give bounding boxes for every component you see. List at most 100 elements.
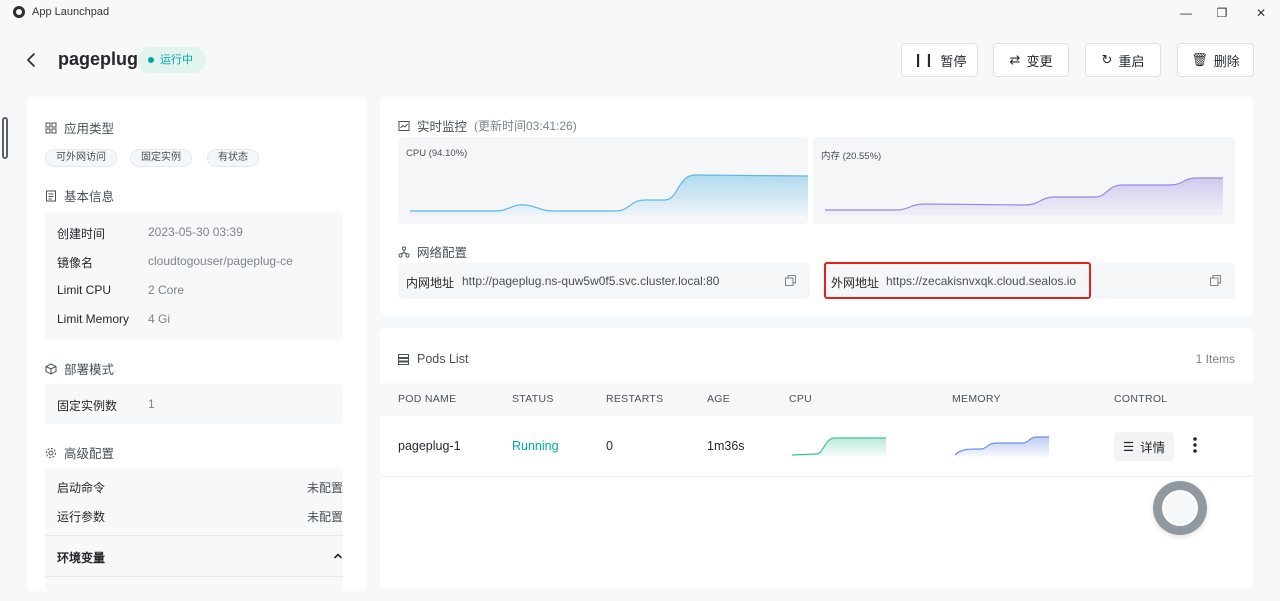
col-cpu: CPU <box>789 393 813 405</box>
limit-cpu-label: Limit CPU <box>57 283 112 297</box>
delete-label: 删除 <box>1213 53 1240 69</box>
menu-lines-icon: ☰ <box>1122 440 1135 454</box>
window-titlebar: App Launchpad — ❐ ✕ <box>0 0 1280 26</box>
info-row-replicas: 固定实例数 1 <box>57 397 335 414</box>
cpu-chart-label: CPU (94.10%) <box>406 148 468 159</box>
monitor-panel: 实时监控 (更新时间03:41:26) CPU (94.10%) 内存 (20.… <box>380 97 1253 315</box>
scrollbar-thumb[interactable] <box>2 117 8 159</box>
memory-sparkline <box>825 177 1223 215</box>
more-vertical-icon[interactable] <box>1192 436 1198 454</box>
list-icon <box>398 353 409 365</box>
pause-icon: ❙❙ <box>912 52 935 67</box>
advanced-title-text: 高级配置 <box>64 447 115 461</box>
grid-icon <box>45 122 57 133</box>
image-label: 镜像名 <box>57 256 94 270</box>
pod-detail-button[interactable]: ☰ 详情 <box>1114 432 1174 461</box>
run-args-value: 未配置 <box>306 510 343 524</box>
monitor-updated-time: (更新时间03:41:26) <box>474 119 577 133</box>
status-badge: 运行中 <box>138 47 206 73</box>
start-cmd-label: 启动命令 <box>57 481 106 495</box>
network-section-title: 网络配置 <box>398 242 467 261</box>
copy-icon[interactable] <box>1210 275 1221 286</box>
copy-icon[interactable] <box>785 275 796 286</box>
pod-age: 1m36s <box>707 439 745 453</box>
monitor-title-text: 实时监控 <box>417 120 468 134</box>
pod-status: Running <box>512 439 559 453</box>
restart-label: 重启 <box>1118 53 1145 69</box>
limit-memory-value: 4 Gi <box>148 312 171 326</box>
info-row-limit-cpu: Limit CPU 2 Core <box>57 283 335 297</box>
window-title: App Launchpad <box>32 6 110 18</box>
env-vars-label: 环境变量 <box>57 551 106 565</box>
swap-icon: ⇄ <box>1009 52 1021 67</box>
replicas-label: 固定实例数 <box>57 399 118 413</box>
close-window-button[interactable]: ✕ <box>1250 3 1272 23</box>
status-text: 运行中 <box>160 54 193 66</box>
env-vars-toggle[interactable]: 环境变量 <box>57 549 343 566</box>
pod-cpu-sparkline <box>792 437 886 457</box>
back-arrow-icon[interactable] <box>22 50 42 70</box>
info-row-limit-memory: Limit Memory 4 Gi <box>57 312 335 326</box>
pods-title-text: Pods List <box>417 352 469 366</box>
deploy-mode-box: 固定实例数 1 <box>45 384 343 424</box>
floating-assistant-button[interactable] <box>1153 481 1207 535</box>
info-row-image: 镜像名 cloudtogouser/pageplug-ce <box>57 254 335 271</box>
memory-chart-label: 内存 (20.55%) <box>821 151 882 162</box>
created-value: 2023-05-30 03:39 <box>148 225 243 239</box>
tag-stateful: 有状态 <box>207 149 259 167</box>
col-control: CONTROL <box>1114 393 1168 405</box>
app-type-title-text: 应用类型 <box>64 122 115 136</box>
change-button[interactable]: ⇄ 变更 <box>993 43 1069 77</box>
basic-info-title-text: 基本信息 <box>64 190 115 204</box>
cpu-sparkline <box>410 174 808 215</box>
pod-name: pageplug-1 <box>398 439 461 453</box>
chevron-up-icon[interactable] <box>333 552 343 560</box>
external-address-highlight <box>824 262 1091 299</box>
app-logo-icon <box>13 6 25 18</box>
pod-memory-sparkline <box>955 436 1049 457</box>
pods-count: 1 Items <box>1195 352 1235 366</box>
pods-table-header: POD NAME STATUS RESTARTS AGE CPU MEMORY … <box>380 383 1253 416</box>
network-icon <box>398 245 410 258</box>
app-type-section-title: 应用类型 <box>45 118 114 137</box>
col-age: AGE <box>707 393 731 405</box>
internal-address-url[interactable]: http://pageplug.ns-quw5w0f5.svc.cluster.… <box>462 274 719 288</box>
pause-button[interactable]: ❙❙ 暂停 <box>901 43 978 77</box>
monitor-section-title: 实时监控 (更新时间03:41:26) <box>398 116 577 135</box>
info-row-created: 创建时间 2023-05-30 03:39 <box>57 225 335 242</box>
start-cmd-value: 未配置 <box>306 481 343 495</box>
basic-info-box: 创建时间 2023-05-30 03:39 镜像名 cloudtogouser/… <box>45 212 343 340</box>
table-row: pageplug-1 Running 0 1m36s ☰ 详情 <box>380 416 1253 477</box>
internal-address-box: 内网地址 http://pageplug.ns-quw5w0f5.svc.clu… <box>398 263 810 299</box>
minimize-button[interactable]: — <box>1175 3 1197 23</box>
limit-memory-label: Limit Memory <box>57 312 130 326</box>
run-args-label: 运行参数 <box>57 510 106 524</box>
deploy-mode-title-text: 部署模式 <box>64 363 115 377</box>
deploy-mode-section-title: 部署模式 <box>45 359 114 378</box>
pods-section-title: Pods List <box>398 352 468 366</box>
info-row-start-cmd: 启动命令 未配置 <box>57 479 343 496</box>
restart-icon: ↻ <box>1101 52 1113 67</box>
divider <box>45 576 343 577</box>
internal-address-label: 内网地址 <box>406 276 455 290</box>
col-restarts: RESTARTS <box>606 393 664 405</box>
col-pod-name: POD NAME <box>398 393 457 405</box>
basic-info-section-title: 基本信息 <box>45 186 114 205</box>
pods-list-panel: Pods List 1 Items POD NAME STATUS RESTAR… <box>380 328 1253 589</box>
gear-icon <box>46 447 56 458</box>
app-name-title: pageplug <box>58 49 138 69</box>
app-header: pageplug 运行中 ❙❙ 暂停 ⇄ 变更 ↻ 重启 🗑 删除 <box>0 40 1280 84</box>
cube-icon <box>45 362 57 375</box>
col-memory: MEMORY <box>952 393 1001 405</box>
change-label: 变更 <box>1026 53 1053 69</box>
divider <box>45 535 343 536</box>
memory-chart: 内存 (20.55%) <box>813 137 1235 224</box>
advanced-box: 启动命令 未配置 运行参数 未配置 环境变量 <box>45 468 343 591</box>
delete-button[interactable]: 🗑 删除 <box>1177 43 1254 77</box>
pod-restarts: 0 <box>606 439 613 453</box>
tag-fixed-instance: 固定实例 <box>130 149 192 167</box>
restart-button[interactable]: ↻ 重启 <box>1085 43 1161 77</box>
status-dot-icon <box>148 57 154 63</box>
maximize-button[interactable]: ❐ <box>1211 3 1233 23</box>
limit-cpu-value: 2 Core <box>148 283 185 297</box>
